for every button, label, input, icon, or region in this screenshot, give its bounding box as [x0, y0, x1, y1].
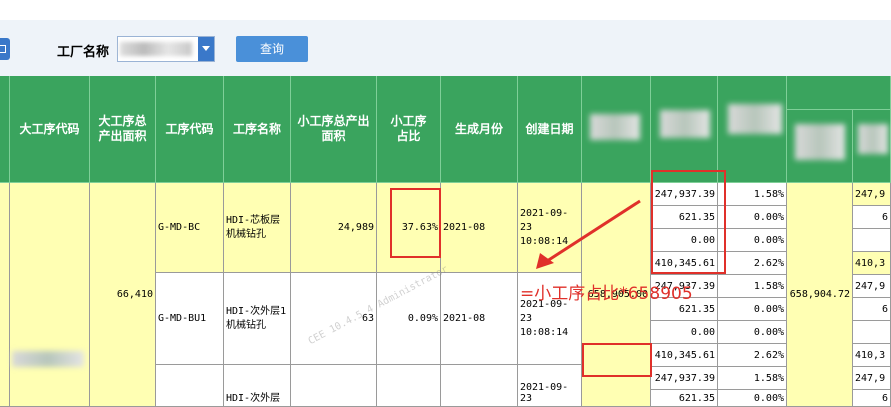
cell-proc-name[interactable]: HDI-次外层1机械钻孔 [224, 273, 291, 365]
cell-detail-percent[interactable]: 0.00% [718, 390, 787, 407]
cell-detail-value[interactable]: 410,345.61 [651, 344, 718, 367]
cell-detail-value[interactable]: 247,937.39 [651, 367, 718, 390]
redacted-blur [728, 104, 782, 134]
highlight-total [582, 343, 652, 377]
cell-detail-value[interactable]: 621.35 [651, 390, 718, 407]
cell-detail-percent[interactable]: 0.00% [718, 229, 787, 252]
cell-right-value[interactable]: 410,3 [853, 344, 891, 367]
cell-right-value[interactable]: 247,9 [853, 183, 891, 206]
cell-major-area[interactable]: 66,410 [90, 183, 156, 407]
cell-month[interactable]: 2021-08 [441, 273, 518, 365]
header-col-hidden [0, 76, 10, 183]
redacted-blur [795, 124, 845, 160]
cell-sub-ratio[interactable] [377, 365, 441, 407]
header-sub-area[interactable]: 小工序总产出面积 [291, 76, 377, 183]
chevron-down-icon[interactable] [198, 37, 214, 61]
redacted-blur [660, 110, 710, 138]
cell-detail-percent[interactable]: 0.00% [718, 206, 787, 229]
cell-right-value[interactable] [853, 229, 891, 252]
cell-detail-percent[interactable]: 2.62% [718, 252, 787, 275]
cell-proc-name[interactable]: HDI-芯板层机械钻孔 [224, 183, 291, 273]
cell-detail-percent[interactable]: 1.58% [718, 367, 787, 390]
cell-right-value[interactable]: 247,9 [853, 275, 891, 298]
cell-major-code[interactable] [10, 183, 90, 407]
header-major-code[interactable]: 大工序代码 [10, 76, 90, 183]
highlight-detail [651, 170, 726, 274]
factory-select[interactable] [117, 36, 215, 62]
factory-label: 工厂名称 [57, 45, 110, 60]
header-created[interactable]: 创建日期 [518, 76, 582, 183]
cell-right-value[interactable]: 6 [853, 206, 891, 229]
arrow-icon [536, 199, 641, 269]
redacted-blur [590, 114, 640, 140]
cell-detail-value[interactable]: 0.00 [651, 321, 718, 344]
cell-right-value[interactable]: 410,3 [853, 252, 891, 275]
cell-detail-percent[interactable]: 1.58% [718, 183, 787, 206]
cell-detail-percent[interactable]: 1.58% [718, 275, 787, 298]
cell-sub-area[interactable]: 24,989 [291, 183, 377, 273]
header-proc-name[interactable]: 工序名称 [224, 76, 291, 183]
cell-detail-percent[interactable]: 2.62% [718, 344, 787, 367]
redacted-blur [858, 124, 888, 154]
cell-sub-area[interactable] [291, 365, 377, 407]
formula-annotation: =小工序占比*658905 [520, 284, 693, 304]
factory-value-redacted [120, 42, 192, 56]
cell-proc-code[interactable]: G-MD-BU1 [156, 273, 224, 365]
header-month[interactable]: 生成月份 [441, 76, 518, 183]
cell-month[interactable]: 2021-08 [441, 183, 518, 273]
cell-month[interactable] [441, 365, 518, 407]
cell-hidden [0, 183, 10, 407]
header-major-area[interactable]: 大工序总产出面积 [90, 76, 156, 183]
cell-proc-name[interactable]: HDI-次外层 [224, 365, 291, 407]
cell-right-value[interactable]: 6 [853, 298, 891, 321]
cell-right-value[interactable]: 247,9 [853, 367, 891, 390]
highlight-ratio [390, 188, 441, 258]
header-group-right[interactable] [787, 76, 891, 110]
cell-proc-code[interactable]: G-MD-BC [156, 183, 224, 273]
cell-total-right[interactable]: 658,904.72 [787, 183, 853, 407]
cell-created[interactable]: 2021-09-23 [518, 365, 582, 407]
header-sub-ratio[interactable]: 小工序占比 [377, 76, 441, 183]
data-grid: 大工序代码 大工序总产出面积 工序代码 工序名称 小工序总产出面积 小工序占比 … [0, 76, 891, 407]
cell-right-value[interactable] [853, 321, 891, 344]
cell-detail-percent[interactable]: 0.00% [718, 298, 787, 321]
cell-detail-percent[interactable]: 0.00% [718, 321, 787, 344]
grid-icon[interactable] [0, 38, 10, 60]
header-proc-code[interactable]: 工序代码 [156, 76, 224, 183]
cell-right-value[interactable]: 6 [853, 390, 891, 407]
query-button[interactable]: 查询 [236, 36, 308, 62]
cell-proc-code[interactable] [156, 365, 224, 407]
top-bar [0, 0, 891, 20]
